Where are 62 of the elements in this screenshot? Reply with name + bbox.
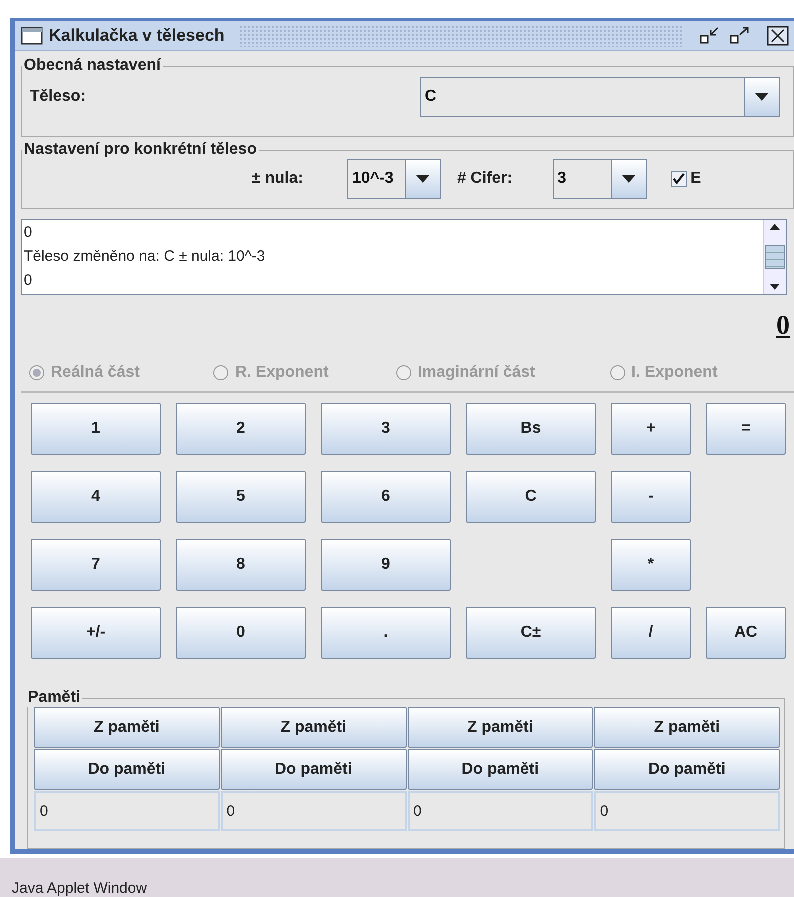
keypad-button[interactable]: = — [706, 403, 786, 455]
zero-combo[interactable]: 10^-3 — [347, 159, 442, 199]
dropdown-icon — [622, 175, 636, 183]
radio-label: Imaginární část — [418, 364, 536, 382]
group-legend: Paměti — [26, 689, 82, 707]
store-button[interactable]: Do paměti — [408, 749, 594, 790]
keypad-button[interactable]: 1 — [31, 403, 161, 455]
store-button[interactable]: Do paměti — [34, 749, 220, 790]
recall-button[interactable]: Z paměti — [408, 707, 594, 748]
recall-button[interactable]: Z paměti — [220, 707, 406, 748]
memory-value: 0 — [220, 791, 406, 831]
radio-label: I. Exponent — [632, 364, 718, 382]
log-line: 0 — [24, 223, 34, 243]
log-line: 0 — [24, 271, 34, 291]
store-button[interactable]: Do paměti — [594, 749, 780, 790]
log-line: Těleso změněno na: C ± nula: 10^-3 — [24, 247, 266, 267]
memory-value: 0 — [408, 791, 594, 831]
radio-label: R. Exponent — [235, 364, 329, 382]
dropdown-icon — [755, 93, 769, 101]
window-title: Kalkulačka v tělesech — [49, 26, 225, 46]
body-combo[interactable]: C — [420, 77, 780, 117]
keypad-button[interactable]: C± — [466, 607, 596, 659]
keypad-button[interactable]: 4 — [31, 471, 161, 523]
field-label: # Cifer: — [457, 170, 513, 188]
keypad-button[interactable]: 3 — [321, 403, 451, 455]
dropdown-icon — [416, 175, 430, 183]
keypad-button[interactable]: - — [611, 471, 691, 523]
field-label: ± nula: — [252, 170, 304, 188]
keypad-button[interactable]: 0 — [176, 607, 306, 659]
maximize-icon[interactable] — [728, 24, 752, 46]
keypad-button[interactable]: C — [466, 471, 596, 523]
keypad-button[interactable]: 9 — [321, 539, 451, 591]
scrollbar[interactable] — [763, 220, 786, 294]
checkbox-label: E — [690, 170, 702, 188]
field-label: Těleso: — [30, 88, 88, 106]
keypad-button[interactable]: AC — [706, 607, 786, 659]
keypad-button[interactable]: 8 — [176, 539, 306, 591]
keypad-button[interactable]: + — [611, 403, 691, 455]
memory-value: 0 — [34, 791, 220, 831]
scroll-thumb[interactable] — [765, 245, 785, 269]
group-legend: Nastavení pro konkrétní těleso — [22, 141, 259, 159]
keypad-button[interactable]: 5 — [176, 471, 306, 523]
keypad-button[interactable]: 7 — [31, 539, 161, 591]
memory-value: 0 — [594, 791, 780, 831]
window-icon — [21, 26, 43, 44]
keypad-button[interactable]: Bs — [466, 403, 596, 455]
radio-label: Reálná část — [51, 364, 140, 382]
status-text: Java Applet Window — [12, 880, 148, 897]
keypad-button[interactable]: 2 — [176, 403, 306, 455]
close-icon[interactable] — [766, 24, 790, 46]
keypad-button[interactable]: +/- — [31, 607, 161, 659]
keypad-button[interactable]: * — [611, 539, 691, 591]
recall-button[interactable]: Z paměti — [34, 707, 220, 748]
keypad-button[interactable]: . — [321, 607, 451, 659]
keypad-button[interactable]: / — [611, 607, 691, 659]
display-value: 0 — [776, 310, 790, 340]
store-button[interactable]: Do paměti — [220, 749, 406, 790]
digits-combo[interactable]: 3 — [552, 159, 647, 199]
group-legend: Obecná nastavení — [22, 57, 163, 75]
recall-button[interactable]: Z paměti — [594, 707, 780, 748]
checkbox[interactable] — [670, 171, 687, 187]
keypad-button[interactable]: 6 — [321, 471, 451, 523]
